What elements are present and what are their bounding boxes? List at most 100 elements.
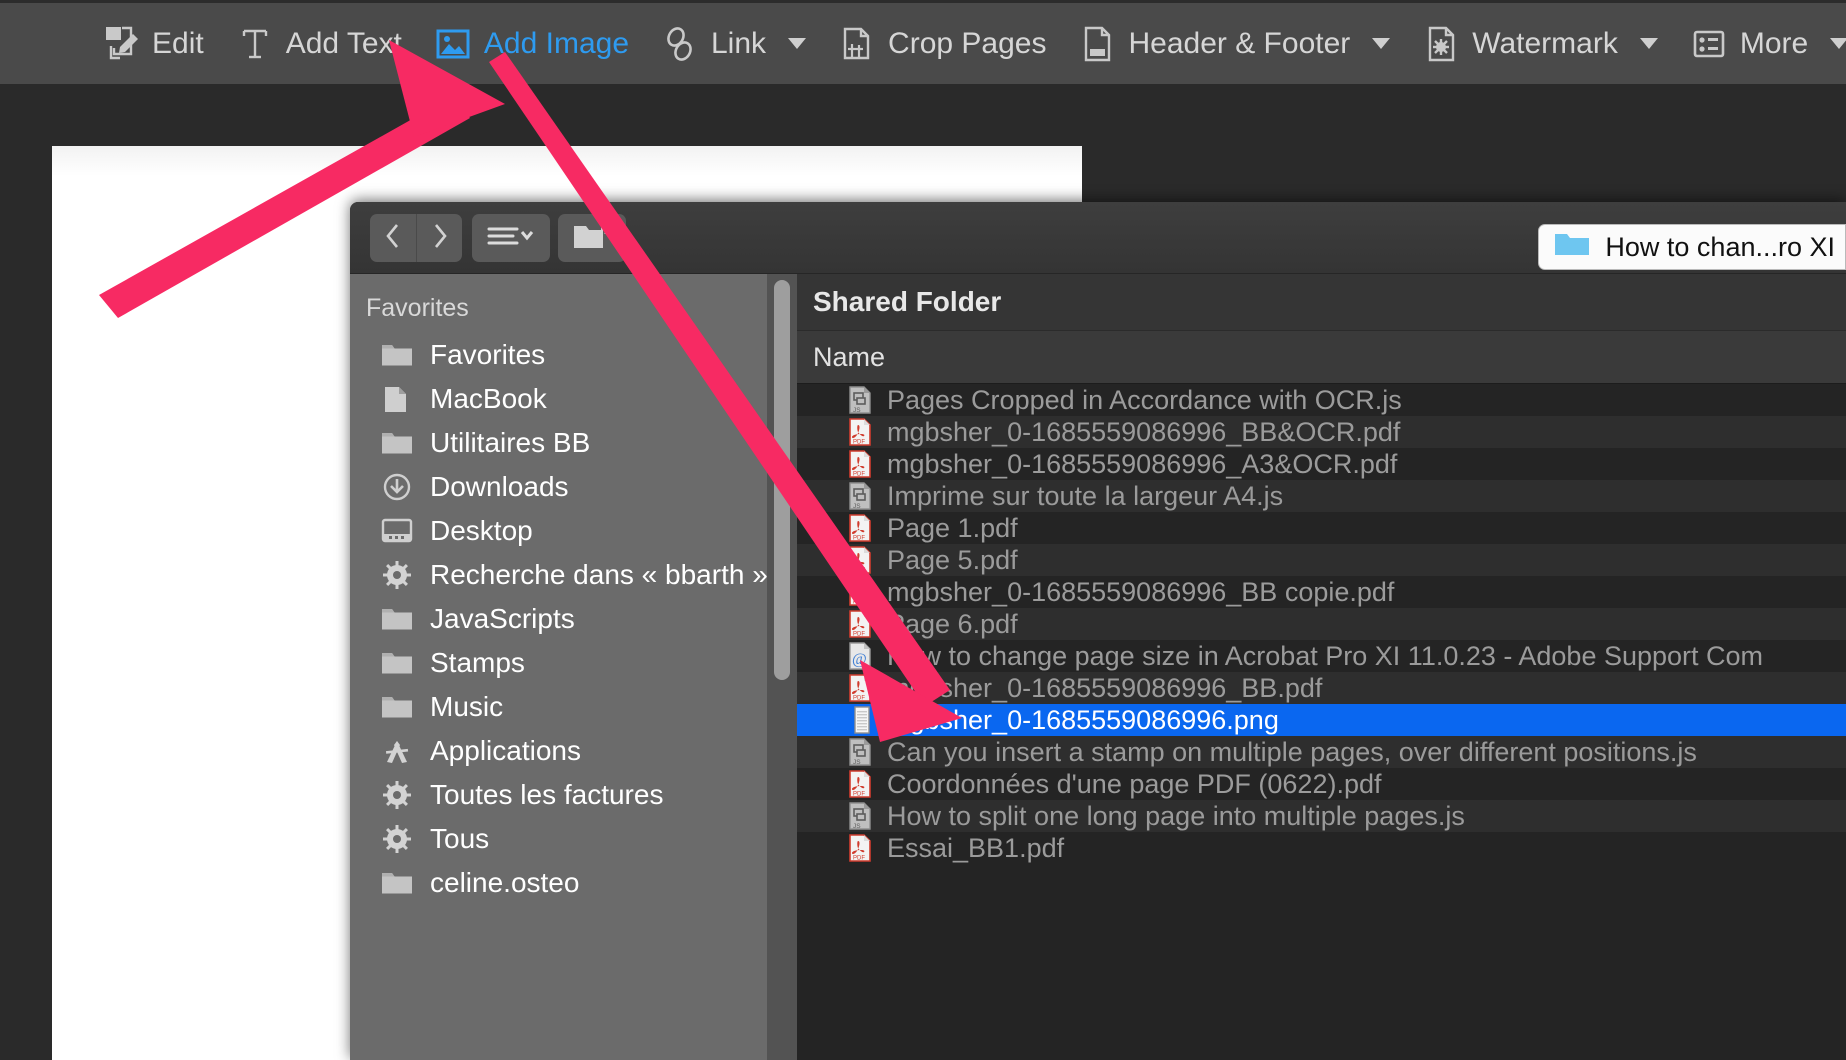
js-file-icon: JS xyxy=(845,737,873,767)
sidebar-item-applications[interactable]: Applications xyxy=(350,729,797,773)
gear-icon xyxy=(380,780,414,810)
file-name-label: mgbsher_0-1685559086996.png xyxy=(887,704,1279,735)
sidebar-item-music[interactable]: Music xyxy=(350,685,797,729)
pdf-file-icon: PDF xyxy=(845,577,873,607)
toolbar-button-label: Link xyxy=(711,26,767,60)
pdf-file-icon: PDF xyxy=(845,545,873,575)
header-footer-icon xyxy=(1078,24,1116,64)
desktop-icon xyxy=(380,516,414,546)
toolbar-button-crop-pages[interactable]: Crop Pages xyxy=(822,2,1062,86)
toolbar-button-label: Crop Pages xyxy=(888,26,1047,60)
back-button[interactable] xyxy=(370,214,416,262)
svg-text:PDF: PDF xyxy=(853,600,865,606)
toolbar-button-add-image[interactable]: Add Image xyxy=(418,2,645,86)
new-folder-icon xyxy=(571,220,613,257)
sidebar-item-label: MacBook xyxy=(430,383,547,414)
more-list-icon xyxy=(1690,24,1728,64)
sidebar-item-label: Applications xyxy=(430,735,581,766)
sidebar-item-stamps[interactable]: Stamps xyxy=(350,641,797,685)
sidebar-item-downloads[interactable]: Downloads xyxy=(350,465,797,509)
forward-button[interactable] xyxy=(416,214,462,262)
chevron-down-icon xyxy=(1830,38,1846,49)
svg-text:PDF: PDF xyxy=(853,472,865,478)
sidebar-item-tous[interactable]: Tous xyxy=(350,817,797,861)
table-row[interactable]: PDF Page 1.pdf xyxy=(797,512,1846,544)
document-icon xyxy=(380,384,414,414)
file-list-pane: Shared Folder Name JS Pages Cropped in Ac… xyxy=(797,274,1846,1060)
toolbar-button-link[interactable]: Link xyxy=(645,2,822,86)
js-file-icon: JS xyxy=(845,801,873,831)
file-rows: JS Pages Cropped in Accordance with OCR.j… xyxy=(797,384,1846,864)
sidebar-item-macbook[interactable]: MacBook xyxy=(350,377,797,421)
file-name-label: Page 1.pdf xyxy=(887,512,1018,543)
gear-icon xyxy=(380,824,414,854)
svg-text:PDF: PDF xyxy=(853,440,865,446)
sidebar-item-celine-osteo[interactable]: celine.osteo xyxy=(350,861,797,905)
sidebar-item-favorites[interactable]: Favorites xyxy=(350,333,797,377)
toolbar-button-watermark[interactable]: Watermark xyxy=(1406,2,1674,86)
toolbar-button-edit[interactable]: Edit xyxy=(86,2,220,86)
toolbar-button-add-text[interactable]: Add Text xyxy=(220,2,418,86)
chevron-right-icon xyxy=(430,222,450,255)
table-row[interactable]: PDF Page 5.pdf xyxy=(797,544,1846,576)
pdf-file-icon: PDF xyxy=(845,833,873,863)
folder-icon xyxy=(380,868,414,898)
table-row[interactable]: JS Can you insert a stamp on multiple pag… xyxy=(797,736,1846,768)
file-name-label: Essai_BB1.pdf xyxy=(887,832,1065,863)
sidebar-item-javascripts[interactable]: JavaScripts xyxy=(350,597,797,641)
table-row[interactable]: JS Pages Cropped in Accordance with OCR.j… xyxy=(797,384,1846,416)
sidebar-item-label: Downloads xyxy=(430,471,569,502)
sidebar-scrollbar-track[interactable] xyxy=(767,274,797,1060)
column-header-name[interactable]: Name xyxy=(797,330,1846,384)
edit-pages-icon xyxy=(102,24,140,64)
sidebar-item-toutes-les-factures[interactable]: Toutes les factures xyxy=(350,773,797,817)
sidebar-list: Favorites MacBook Utilitaires BB Downloads D… xyxy=(350,333,797,905)
file-name-label: mgbsher_0-1685559086996_BB&OCR.pdf xyxy=(887,416,1401,447)
chevron-down-icon xyxy=(788,38,807,49)
file-name-label: mgbsher_0-1685559086996_BB copie.pdf xyxy=(887,576,1395,607)
table-row[interactable]: @ How to change page size in Acrobat Pro … xyxy=(797,640,1846,672)
table-row[interactable]: PDF mgbsher_0-1685559086996_A3&OCR.pdf xyxy=(797,448,1846,480)
sidebar-item-desktop[interactable]: Desktop xyxy=(350,509,797,553)
file-open-dialog: How to chan...ro XI Favorites Favorites M… xyxy=(350,202,1846,1060)
sidebar-scrollbar-thumb[interactable] xyxy=(774,280,790,680)
table-row[interactable]: JS Imprime sur toute la largeur A4.js xyxy=(797,480,1846,512)
pdf-file-icon: PDF xyxy=(845,513,873,543)
svg-text:JS: JS xyxy=(853,759,861,766)
sidebar-item-label: Desktop xyxy=(430,515,533,546)
table-row[interactable]: PDF Coordonnées d'une page PDF (0622).pdf xyxy=(797,768,1846,800)
file-name-label: Page 5.pdf xyxy=(887,544,1018,575)
toolbar-button-more[interactable]: More xyxy=(1674,2,1846,86)
sidebar-item-label: Toutes les factures xyxy=(430,779,664,810)
sidebar-item-utilitaires-bb[interactable]: Utilitaires BB xyxy=(350,421,797,465)
sidebar-item-label: Tous xyxy=(430,823,490,854)
file-name-label: How to change page size in Acrobat Pro X… xyxy=(887,640,1764,671)
toolbar-button-label: Watermark xyxy=(1472,26,1618,60)
svg-text:PDF: PDF xyxy=(853,568,865,574)
svg-text:JS: JS xyxy=(853,823,861,830)
file-name-label: Can you insert a stamp on multiple pages… xyxy=(887,736,1697,767)
sidebar-item-recherche-dans-bbarth[interactable]: Recherche dans « bbarth » xyxy=(350,553,797,597)
sidebar-item-label: Utilitaires BB xyxy=(430,427,591,458)
svg-text:PDF: PDF xyxy=(853,792,865,798)
js-file-icon: JS xyxy=(845,385,873,415)
table-row[interactable]: mgbsher_0-1685559086996.png xyxy=(797,704,1846,736)
toolbar-button-header-footer[interactable]: Header & Footer xyxy=(1062,2,1406,86)
svg-text:PDF: PDF xyxy=(853,536,865,542)
table-row[interactable]: PDF Page 6.pdf xyxy=(797,608,1846,640)
chevron-down-icon xyxy=(1639,38,1658,49)
table-row[interactable]: JS How to split one long page into multip… xyxy=(797,800,1846,832)
view-options-button[interactable] xyxy=(472,214,550,262)
pdf-file-icon: PDF xyxy=(845,769,873,799)
download-icon xyxy=(380,472,414,502)
table-row[interactable]: PDF Essai_BB1.pdf xyxy=(797,832,1846,864)
table-row[interactable]: PDF mgbsher_0-1685559086996_BB&OCR.pdf xyxy=(797,416,1846,448)
toolbar-button-label: Add Image xyxy=(483,26,629,60)
sidebar-item-label: Music xyxy=(430,691,504,722)
path-selector-button[interactable]: How to chan...ro XI xyxy=(1538,224,1846,270)
table-row[interactable]: PDF mgbsher_0-1685559086996_BB copie.pdf xyxy=(797,576,1846,608)
folder-icon xyxy=(380,604,414,634)
new-folder-button[interactable] xyxy=(558,214,626,262)
table-row[interactable]: PDF mgbsher_0-1685559086996_BB.pdf xyxy=(797,672,1846,704)
dialog-body: Favorites Favorites MacBook Utilitaires BB… xyxy=(350,274,1846,1060)
